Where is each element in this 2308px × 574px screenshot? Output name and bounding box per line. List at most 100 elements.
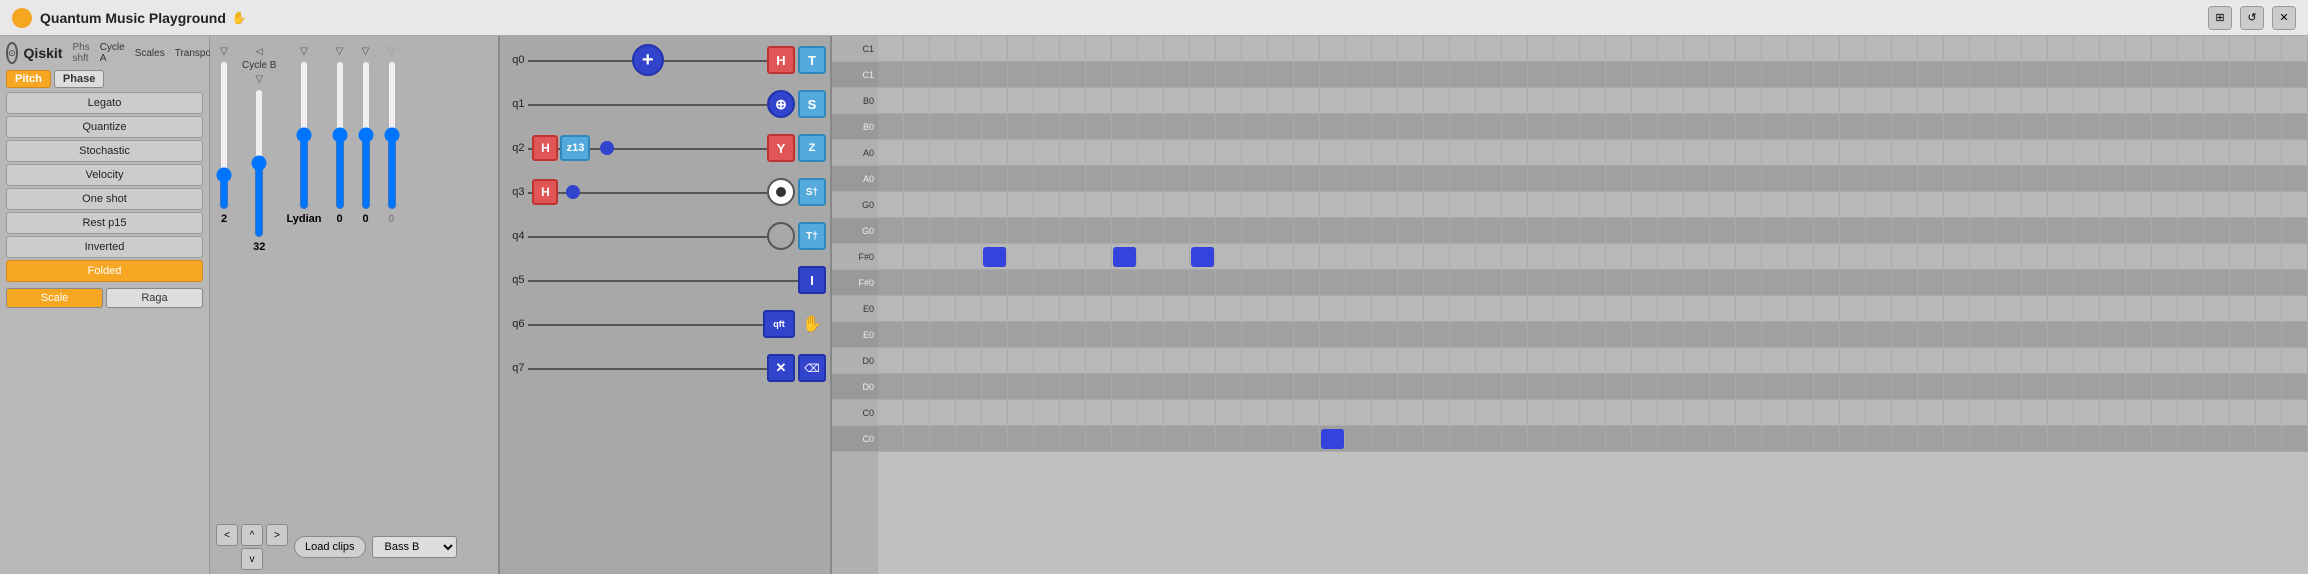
note-cell-3-20[interactable] (1398, 114, 1424, 140)
note-cell-10-19[interactable] (1372, 296, 1398, 322)
note-cell-1-11[interactable] (1164, 62, 1190, 88)
note-cell-15-35[interactable] (1788, 426, 1814, 452)
note-cell-4-52[interactable] (2230, 140, 2256, 166)
q0-h-gate[interactable]: H (767, 46, 795, 74)
note-cell-0-20[interactable] (1398, 36, 1424, 62)
note-cell-12-36[interactable] (1814, 348, 1840, 374)
note-cell-14-26[interactable] (1554, 400, 1580, 426)
note-cell-8-37[interactable] (1840, 244, 1866, 270)
note-cell-12-6[interactable] (1034, 348, 1060, 374)
note-cell-0-7[interactable] (1060, 36, 1086, 62)
note-cell-6-21[interactable] (1424, 192, 1450, 218)
note-row-7[interactable] (878, 218, 2308, 244)
note-cell-0-53[interactable] (2256, 36, 2282, 62)
note-cell-9-21[interactable] (1424, 270, 1450, 296)
note-cell-11-25[interactable] (1528, 322, 1554, 348)
note-cell-7-9[interactable] (1112, 218, 1138, 244)
note-cell-4-14[interactable] (1242, 140, 1268, 166)
note-cell-2-31[interactable] (1684, 88, 1710, 114)
note-cell-13-35[interactable] (1788, 374, 1814, 400)
note-cell-1-40[interactable] (1918, 62, 1944, 88)
note-cell-13-44[interactable] (2022, 374, 2048, 400)
note-cell-5-54[interactable] (2282, 166, 2308, 192)
note-cell-9-13[interactable] (1216, 270, 1242, 296)
note-cell-4-41[interactable] (1944, 140, 1970, 166)
note-cell-10-7[interactable] (1060, 296, 1086, 322)
note-cell-15-51[interactable] (2204, 426, 2230, 452)
note-cell-0-18[interactable] (1346, 36, 1372, 62)
note-cell-2-30[interactable] (1658, 88, 1684, 114)
note-cell-5-38[interactable] (1866, 166, 1892, 192)
note-cell-5-4[interactable] (982, 166, 1008, 192)
note-cell-13-27[interactable] (1580, 374, 1606, 400)
note-cell-3-11[interactable] (1164, 114, 1190, 140)
note-cell-9-46[interactable] (2074, 270, 2100, 296)
note-cell-15-48[interactable] (2126, 426, 2152, 452)
note-cell-13-31[interactable] (1684, 374, 1710, 400)
note-cell-14-40[interactable] (1918, 400, 1944, 426)
note-cell-4-6[interactable] (1034, 140, 1060, 166)
note-cell-5-44[interactable] (2022, 166, 2048, 192)
note-cell-1-50[interactable] (2178, 62, 2204, 88)
note-cell-8-36[interactable] (1814, 244, 1840, 270)
note-cell-12-18[interactable] (1346, 348, 1372, 374)
pitch-tab[interactable]: Pitch (6, 70, 51, 88)
note-cell-13-21[interactable] (1424, 374, 1450, 400)
note-cell-8-17[interactable] (1320, 244, 1346, 270)
note-cell-13-30[interactable] (1658, 374, 1684, 400)
note-cell-6-17[interactable] (1320, 192, 1346, 218)
note-cell-15-54[interactable] (2282, 426, 2308, 452)
note-cell-14-44[interactable] (2022, 400, 2048, 426)
note-cell-10-0[interactable] (878, 296, 904, 322)
note-cell-6-45[interactable] (2048, 192, 2074, 218)
note-cell-1-5[interactable] (1008, 62, 1034, 88)
note-cell-14-4[interactable] (982, 400, 1008, 426)
note-cell-2-41[interactable] (1944, 88, 1970, 114)
note-cell-6-28[interactable] (1606, 192, 1632, 218)
note-cell-4-20[interactable] (1398, 140, 1424, 166)
note-cell-6-40[interactable] (1918, 192, 1944, 218)
note-cell-8-22[interactable] (1450, 244, 1476, 270)
note-cell-7-23[interactable] (1476, 218, 1502, 244)
note-cell-12-41[interactable] (1944, 348, 1970, 374)
note-cell-15-0[interactable] (878, 426, 904, 452)
note-row-4[interactable] (878, 140, 2308, 166)
note-cell-13-24[interactable] (1502, 374, 1528, 400)
note-cell-7-26[interactable] (1554, 218, 1580, 244)
note-cell-2-23[interactable] (1476, 88, 1502, 114)
note-cell-1-41[interactable] (1944, 62, 1970, 88)
note-cell-6-37[interactable] (1840, 192, 1866, 218)
note-cell-11-5[interactable] (1008, 322, 1034, 348)
nav-down-btn[interactable]: v (241, 548, 263, 570)
note-cell-4-9[interactable] (1112, 140, 1138, 166)
note-cell-0-5[interactable] (1008, 36, 1034, 62)
note-cell-8-13[interactable] (1216, 244, 1242, 270)
note-cell-2-53[interactable] (2256, 88, 2282, 114)
note-cell-15-36[interactable] (1814, 426, 1840, 452)
note-cell-6-16[interactable] (1294, 192, 1320, 218)
note-row-13[interactable] (878, 374, 2308, 400)
note-cell-8-1[interactable] (904, 244, 930, 270)
note-cell-6-15[interactable] (1268, 192, 1294, 218)
note-cell-4-28[interactable] (1606, 140, 1632, 166)
note-cell-13-9[interactable] (1112, 374, 1138, 400)
note-cell-9-5[interactable] (1008, 270, 1034, 296)
note-cell-0-39[interactable] (1892, 36, 1918, 62)
note-cell-0-51[interactable] (2204, 36, 2230, 62)
note-cell-13-15[interactable] (1268, 374, 1294, 400)
note-cell-1-29[interactable] (1632, 62, 1658, 88)
note-cell-1-49[interactable] (2152, 62, 2178, 88)
note-cell-12-25[interactable] (1528, 348, 1554, 374)
note-cell-13-11[interactable] (1164, 374, 1190, 400)
note-cell-14-47[interactable] (2100, 400, 2126, 426)
note-cell-4-3[interactable] (956, 140, 982, 166)
note-cell-1-2[interactable] (930, 62, 956, 88)
note-cell-14-48[interactable] (2126, 400, 2152, 426)
note-cell-2-25[interactable] (1528, 88, 1554, 114)
note-cell-9-40[interactable] (1918, 270, 1944, 296)
note-cell-14-33[interactable] (1736, 400, 1762, 426)
note-cell-11-31[interactable] (1684, 322, 1710, 348)
note-cell-14-5[interactable] (1008, 400, 1034, 426)
note-cell-12-44[interactable] (2022, 348, 2048, 374)
note-cell-11-1[interactable] (904, 322, 930, 348)
